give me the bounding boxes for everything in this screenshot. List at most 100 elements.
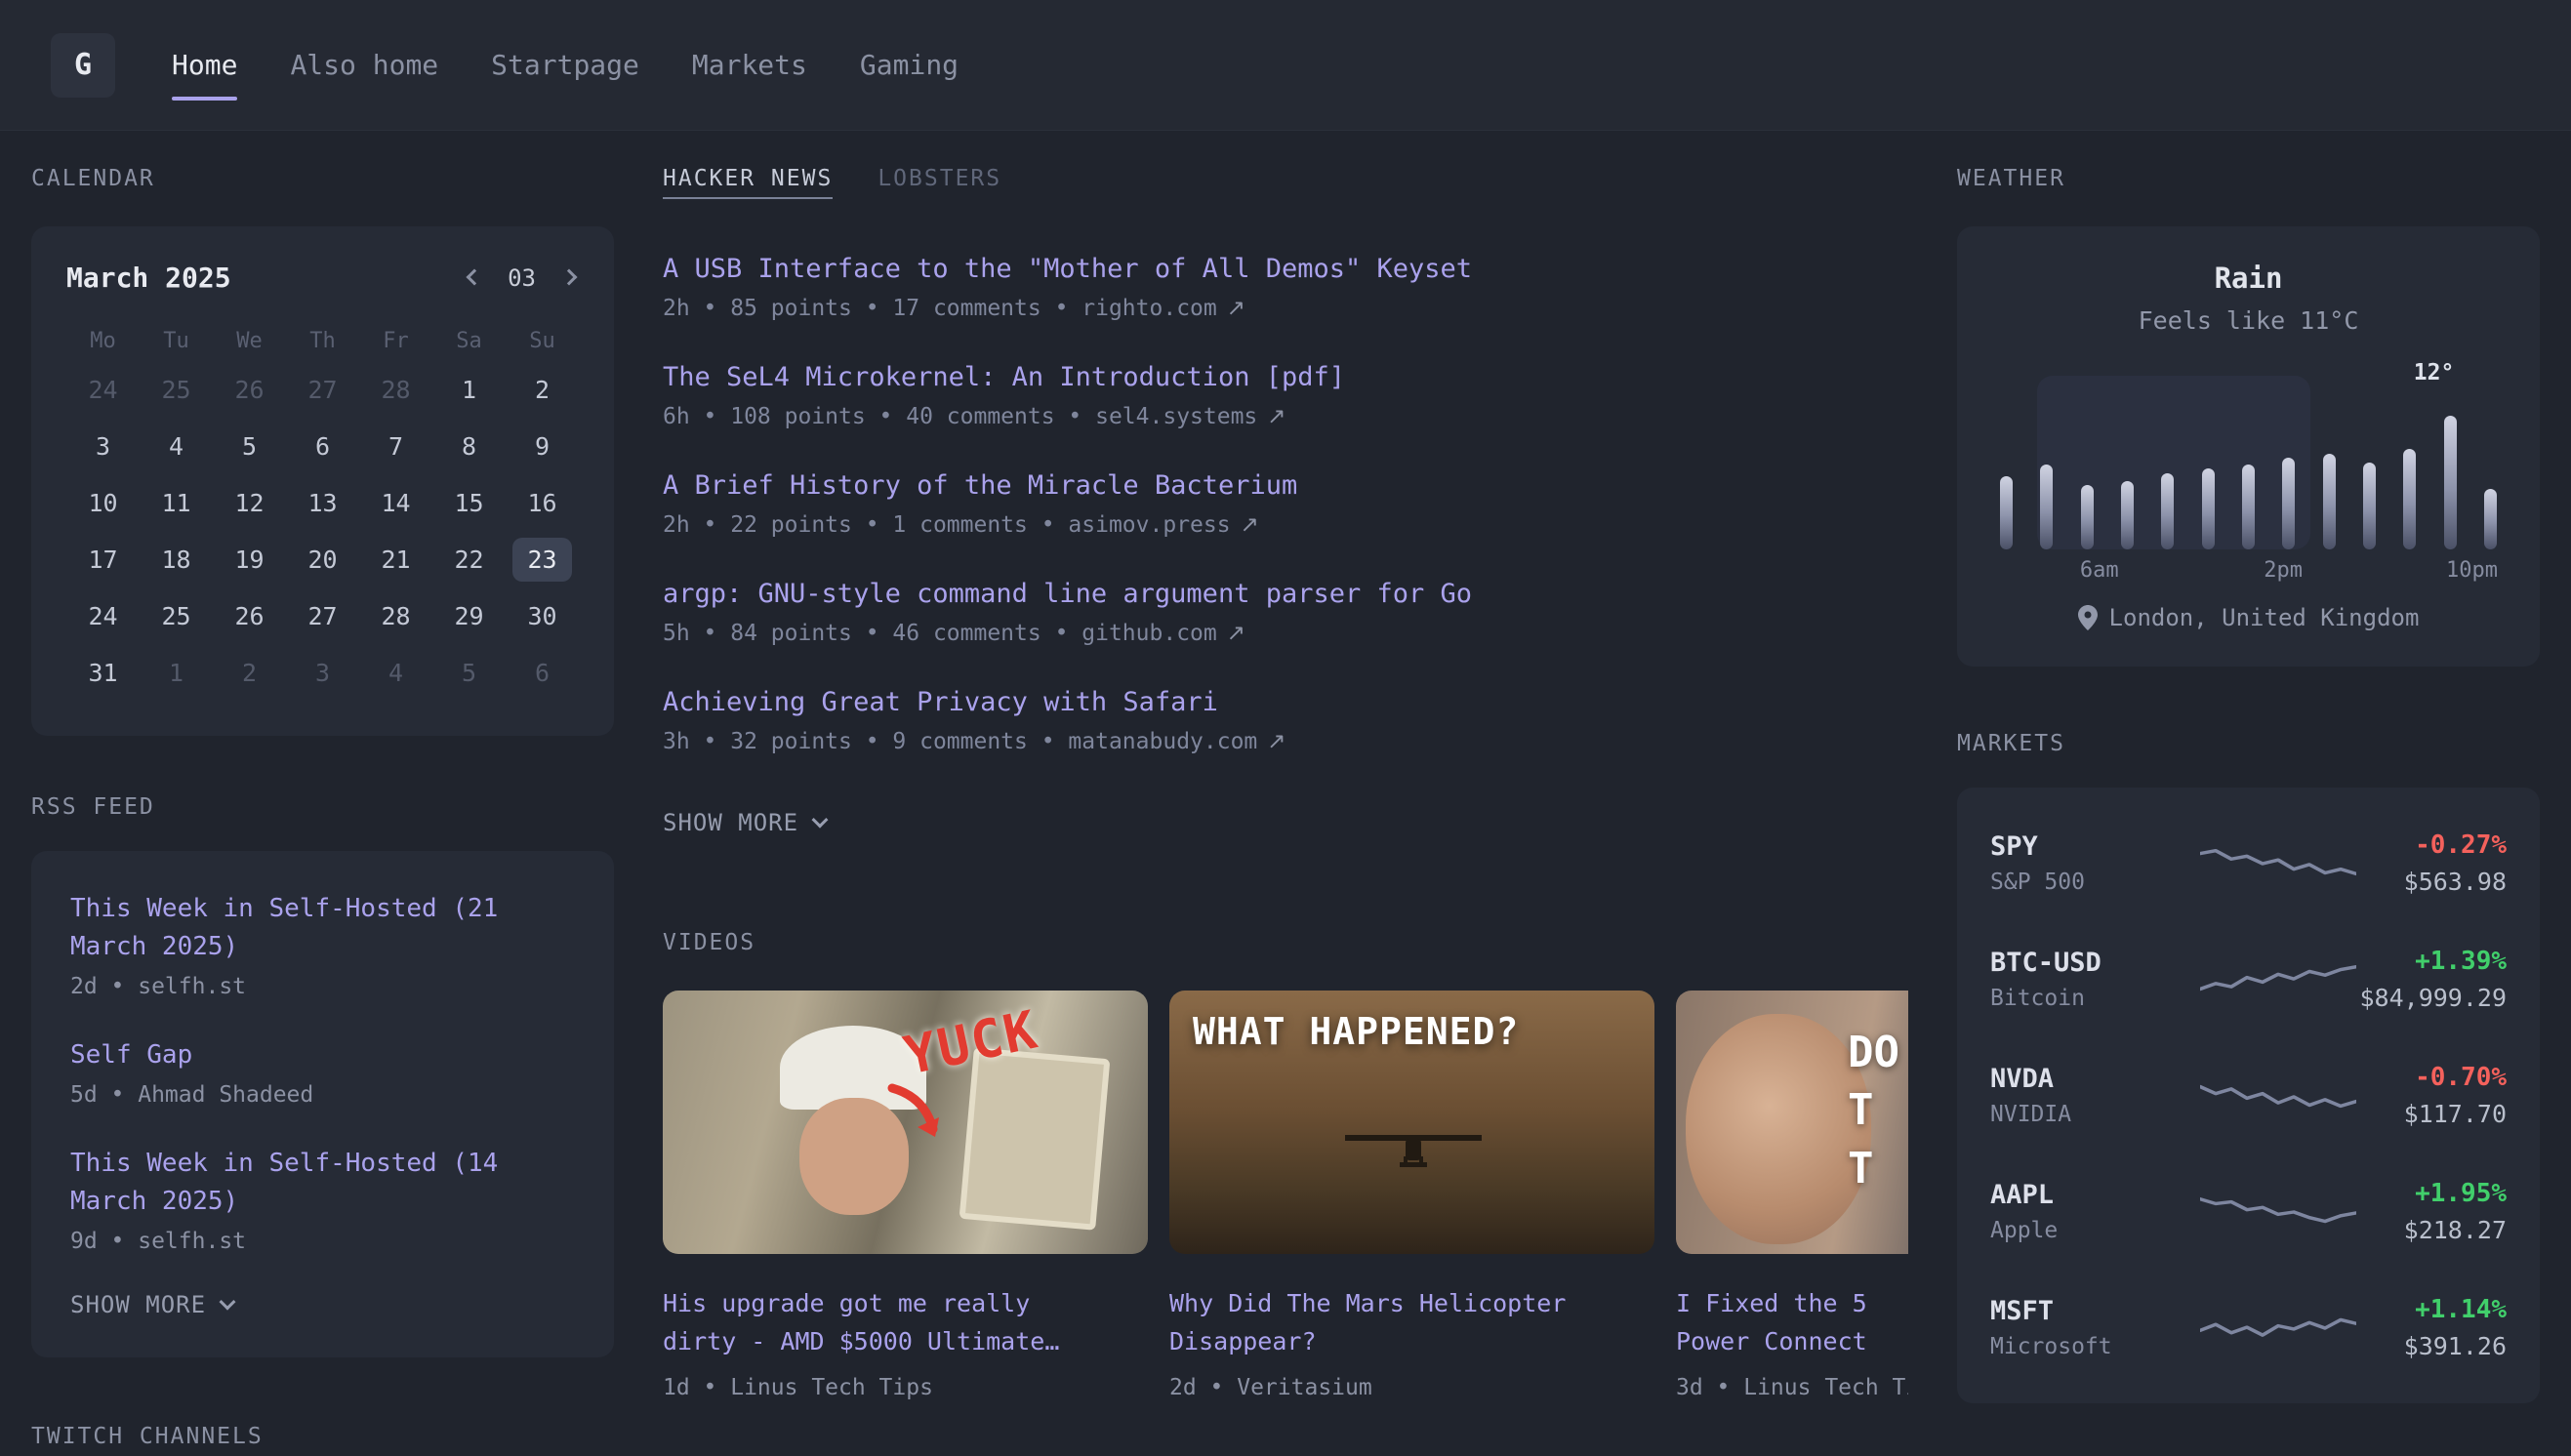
location-pin-icon	[2078, 605, 2098, 630]
video-thumbnail[interactable]: DO T T	[1676, 991, 1908, 1254]
calendar-day: 5	[213, 418, 286, 474]
calendar-day: 27	[286, 587, 359, 644]
weather-widget: Rain Feels like 11°C 12° 6am2pm10pm Lond…	[1957, 226, 2540, 667]
calendar-day: 29	[432, 587, 506, 644]
news-item: Achieving Great Privacy with Safari 3h •…	[663, 687, 1908, 754]
calendar-day-headers: MoTuWeThFrSaSu	[66, 329, 579, 353]
tab-hacker-news[interactable]: HACKER NEWS	[663, 166, 833, 199]
calendar-day: 12	[213, 474, 286, 531]
red-arrow-icon	[884, 1080, 953, 1149]
video-title-line: I Fixed the 5	[1676, 1285, 1908, 1323]
hacker-news-list: A USB Interface to the "Mother of All De…	[663, 254, 1908, 754]
external-link-icon[interactable]: ↗	[1241, 512, 1259, 538]
news-show-more-label: SHOW MORE	[663, 809, 798, 836]
calendar-day: 17	[66, 531, 140, 587]
news-title-link[interactable]: A Brief History of the Miracle Bacterium	[663, 470, 1908, 501]
calendar-day: 14	[359, 474, 432, 531]
market-row[interactable]: BTC-USD Bitcoin +1.39% $84,999.29	[1990, 921, 2507, 1037]
market-row[interactable]: AAPL Apple +1.95% $218.27	[1990, 1153, 2507, 1270]
calendar-section-title: CALENDAR	[31, 166, 614, 191]
nav-tab-home[interactable]: Home	[172, 0, 237, 130]
news-meta-text: 2h • 22 points • 1 comments • asimov.pre…	[663, 512, 1231, 538]
markets-section-title: MARKETS	[1957, 731, 2540, 756]
calendar-day: 27	[286, 361, 359, 418]
calendar-day: 25	[140, 361, 213, 418]
calendar-day: 26	[213, 587, 286, 644]
market-price: $563.98	[2356, 868, 2507, 896]
weather-time-label: 10pm	[2446, 558, 2498, 583]
nav-tab-startpage[interactable]: Startpage	[491, 0, 639, 130]
video-title-link[interactable]: I Fixed the 5 Power Connect	[1676, 1285, 1908, 1361]
market-ticker: MSFT	[1990, 1296, 2200, 1326]
sparkline-chart	[2200, 1068, 2356, 1124]
thumbnail-overlay-text: DO T T	[1848, 1024, 1899, 1197]
calendar-day: 8	[432, 418, 506, 474]
external-link-icon[interactable]: ↗	[1267, 729, 1286, 754]
external-link-icon[interactable]: ↗	[1267, 404, 1286, 429]
external-link-icon[interactable]: ↗	[1227, 296, 1245, 321]
calendar-dow-label: Mo	[66, 329, 140, 353]
market-price: $391.26	[2356, 1332, 2507, 1360]
calendar-day: 30	[506, 587, 579, 644]
helicopter-silhouette	[1335, 1106, 1491, 1193]
calendar-day: 26	[213, 361, 286, 418]
market-name: Bitcoin	[1990, 986, 2200, 1011]
calendar-day: 6	[506, 644, 579, 701]
rss-item-link[interactable]: This Week in Self-Hosted (21 March 2025)	[70, 890, 575, 966]
calendar-day: 24	[66, 361, 140, 418]
rss-item-link[interactable]: This Week in Self-Hosted (14 March 2025)	[70, 1145, 575, 1221]
market-row[interactable]: MSFT Microsoft +1.14% $391.26	[1990, 1270, 2507, 1386]
rss-item-link[interactable]: Self Gap	[70, 1036, 575, 1074]
nav-tab-gaming[interactable]: Gaming	[860, 0, 959, 130]
video-title-link[interactable]: His upgrade got me really dirty - AMD $5…	[663, 1285, 1148, 1361]
thumbnail-overlay-line: DO	[1848, 1024, 1899, 1081]
top-nav-bar: G Home Also home Startpage Markets Gamin…	[0, 0, 2571, 131]
news-show-more-button[interactable]: SHOW MORE	[663, 809, 826, 836]
rss-show-more-button[interactable]: SHOW MORE	[70, 1291, 233, 1318]
middle-column: HACKER NEWS LOBSTERS A USB Interface to …	[663, 166, 1908, 1449]
market-ticker: SPY	[1990, 831, 2200, 862]
tab-lobsters[interactable]: LOBSTERS	[877, 166, 1001, 199]
calendar-day: 16	[506, 474, 579, 531]
chevron-down-icon	[220, 1294, 236, 1311]
app-logo[interactable]: G	[51, 33, 115, 98]
video-thumbnail[interactable]: WHAT HAPPENED?	[1169, 991, 1654, 1254]
external-link-icon[interactable]: ↗	[1227, 621, 1245, 646]
video-thumbnail[interactable]: YUCK	[663, 991, 1148, 1254]
market-row[interactable]: SPY S&P 500 -0.27% $563.98	[1990, 805, 2507, 921]
calendar-day: 19	[213, 531, 286, 587]
weather-time-label: 2pm	[2264, 558, 2303, 583]
video-title-line: dirty - AMD $5000 Ultimate…	[663, 1323, 1148, 1361]
weather-location: London, United Kingdom	[1990, 604, 2507, 631]
market-change: +1.39%	[2356, 947, 2507, 976]
calendar-day: 4	[359, 644, 432, 701]
calendar-day: 22	[432, 531, 506, 587]
weather-bar	[2040, 465, 2053, 549]
calendar-next-icon[interactable]	[559, 264, 579, 291]
calendar-day: 24	[66, 587, 140, 644]
calendar-day: 1	[432, 361, 506, 418]
news-meta: 2h • 85 points • 17 comments • righto.co…	[663, 296, 1908, 321]
nav-tab-also-home[interactable]: Also home	[290, 0, 438, 130]
markets-widget: SPY S&P 500 -0.27% $563.98 BTC-USD Bitco…	[1957, 788, 2540, 1403]
weather-bars	[2000, 397, 2497, 549]
market-price: $218.27	[2356, 1216, 2507, 1244]
weather-bar	[2242, 465, 2255, 549]
market-ticker: AAPL	[1990, 1180, 2200, 1210]
calendar-day: 7	[359, 418, 432, 474]
calendar-prev-icon[interactable]	[465, 264, 484, 291]
weather-bar	[2081, 485, 2094, 549]
video-card: WHAT HAPPENED? Why Did The Mars Helicopt…	[1169, 991, 1654, 1400]
news-title-link[interactable]: A USB Interface to the "Mother of All De…	[663, 254, 1908, 284]
calendar-day: 13	[286, 474, 359, 531]
market-change: +1.95%	[2356, 1179, 2507, 1208]
video-title-link[interactable]: Why Did The Mars Helicopter Disappear?	[1169, 1285, 1654, 1361]
market-row[interactable]: NVDA NVIDIA -0.70% $117.70	[1990, 1037, 2507, 1153]
news-title-link[interactable]: argp: GNU-style command line argument pa…	[663, 579, 1908, 609]
market-name: Apple	[1990, 1218, 2200, 1243]
news-title-link[interactable]: The SeL4 Microkernel: An Introduction [p…	[663, 362, 1908, 392]
news-title-link[interactable]: Achieving Great Privacy with Safari	[663, 687, 1908, 717]
market-name: S&P 500	[1990, 870, 2200, 895]
calendar-day: 11	[140, 474, 213, 531]
nav-tab-markets[interactable]: Markets	[692, 0, 807, 130]
